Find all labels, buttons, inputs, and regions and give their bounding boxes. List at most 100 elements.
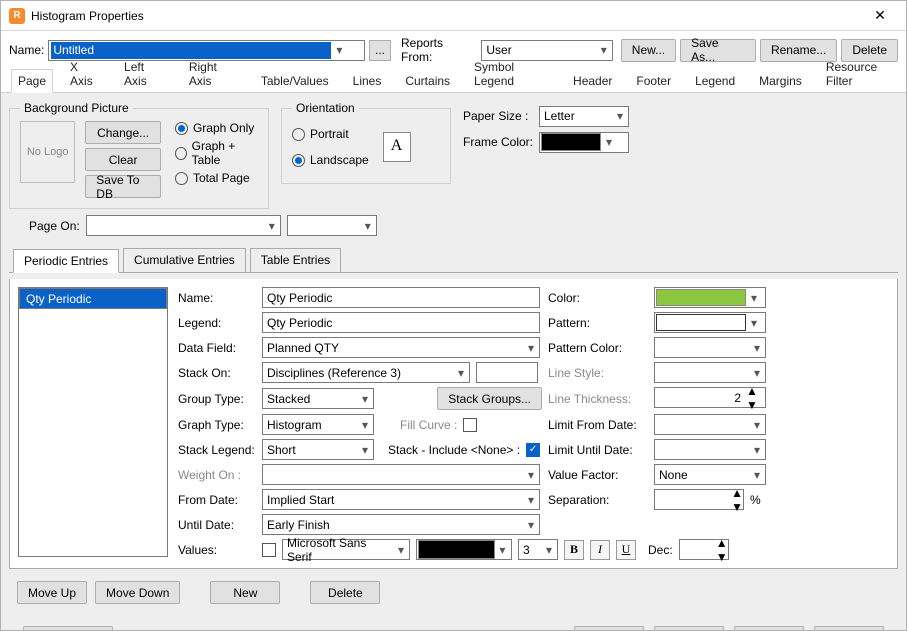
pattern-color-picker[interactable]: ▾	[654, 337, 766, 358]
pattern-color-label: Pattern Color:	[548, 341, 648, 355]
chevron-down-icon: ▾	[601, 135, 617, 149]
pattern-picker[interactable]: ▾	[654, 312, 766, 333]
page-on-combobox-2[interactable]: ▾	[287, 215, 377, 236]
move-up-button[interactable]: Move Up	[17, 581, 87, 604]
frame-color-picker[interactable]: ▾	[539, 132, 629, 153]
graphtype-combobox[interactable]: Histogram▾	[262, 414, 374, 435]
graphtype-label: Graph Type:	[178, 418, 256, 432]
tab-curtains[interactable]: Curtains	[398, 69, 457, 92]
name-label: Name:	[9, 43, 44, 57]
bgpic-change-button[interactable]: Change...	[85, 121, 161, 144]
fillcurve-checkbox[interactable]	[463, 418, 477, 432]
values-checkbox[interactable]	[262, 543, 276, 557]
untildate-label: Until Date:	[178, 518, 256, 532]
tab-footer[interactable]: Footer	[629, 69, 678, 92]
bgpic-radio-0[interactable]: Graph Only	[175, 121, 258, 135]
comments-button[interactable]: Comments...	[23, 626, 113, 630]
stackinclude-label: Stack - Include <None> :	[388, 443, 520, 457]
orientation-legend: Orientation	[292, 101, 359, 115]
window-title: Histogram Properties	[31, 9, 862, 23]
separation-spinner[interactable]: ▲▼	[654, 489, 744, 510]
grouptype-label: Group Type:	[178, 392, 256, 406]
tab-right-axis[interactable]: Right Axis	[182, 55, 244, 92]
subtab-periodic-entries[interactable]: Periodic Entries	[13, 249, 119, 273]
orientation-radio-landscape[interactable]: Landscape	[292, 153, 369, 167]
values-color-picker[interactable]: ▾	[416, 539, 512, 560]
preview-button[interactable]: Preview	[574, 626, 644, 630]
move-down-button[interactable]: Move Down	[95, 581, 180, 604]
linethickness-label: Line Thickness:	[548, 392, 648, 406]
weighton-combobox[interactable]: ▾	[262, 464, 540, 485]
tab-margins[interactable]: Margins	[752, 69, 809, 92]
stackon-extra-input[interactable]	[476, 362, 538, 383]
cancel-button[interactable]: Cancel	[814, 626, 884, 630]
entry-name-label: Name:	[178, 291, 256, 305]
entries-list[interactable]: Qty Periodic	[18, 287, 168, 557]
save-as-button[interactable]: Save As...	[680, 39, 756, 62]
page-on-combobox-1[interactable]: ▾	[86, 215, 281, 236]
apply-button[interactable]: Apply	[654, 626, 724, 630]
list-item[interactable]: Qty Periodic	[19, 288, 167, 309]
close-icon[interactable]: ✕	[862, 2, 898, 30]
tab-header[interactable]: Header	[566, 69, 619, 92]
values-size-combobox[interactable]: 3▾	[518, 539, 558, 560]
linestyle-label: Line Style:	[548, 366, 648, 380]
stacklegend-label: Stack Legend:	[178, 443, 256, 457]
linethickness-spinner[interactable]: 2▲▼	[654, 387, 766, 408]
linestyle-combobox[interactable]: ▾	[654, 362, 766, 383]
underline-button[interactable]: U	[616, 540, 636, 560]
paper-size-combobox[interactable]: Letter ▾	[539, 106, 629, 127]
italic-button[interactable]: I	[590, 540, 610, 560]
decimals-spinner[interactable]: ▲▼	[679, 539, 729, 560]
tab-legend[interactable]: Legend	[688, 69, 742, 92]
page-on-label: Page On:	[29, 219, 80, 233]
tab-x-axis[interactable]: X Axis	[63, 55, 107, 92]
stacklegend-combobox[interactable]: Short▾	[262, 439, 374, 460]
bgpic-clear-button[interactable]: Clear	[85, 148, 161, 171]
weighton-label: Weight On :	[178, 468, 256, 482]
chevron-down-icon: ▾	[596, 43, 612, 57]
subtab-table-entries[interactable]: Table Entries	[250, 248, 341, 272]
values-font-combobox[interactable]: Microsoft Sans Serif▾	[282, 539, 410, 560]
grouptype-combobox[interactable]: Stacked▾	[262, 388, 374, 409]
limitfrom-label: Limit From Date:	[548, 418, 648, 432]
limituntil-combobox[interactable]: ▾	[654, 439, 766, 460]
new-report-button[interactable]: New...	[621, 39, 676, 62]
orientation-radio-portrait[interactable]: Portrait	[292, 127, 369, 141]
datafield-combobox[interactable]: Planned QTY▾	[262, 337, 540, 358]
color-label: Color:	[548, 291, 648, 305]
chevron-down-icon: ▾	[331, 43, 347, 57]
subtab-cumulative-entries[interactable]: Cumulative Entries	[123, 248, 246, 272]
bold-button[interactable]: B	[564, 540, 584, 560]
fromdate-label: From Date:	[178, 493, 256, 507]
bgpic-savedb-button[interactable]: Save To DB	[85, 175, 161, 198]
limitfrom-combobox[interactable]: ▾	[654, 414, 766, 435]
pattern-label: Pattern:	[548, 316, 648, 330]
tab-resource-filter[interactable]: Resource Filter	[819, 55, 906, 92]
chevron-down-icon: ▾	[612, 109, 628, 123]
stack-groups-button[interactable]: Stack Groups...	[437, 387, 542, 410]
tab-symbol-legend[interactable]: Symbol Legend	[467, 55, 556, 92]
bgpic-radio-2[interactable]: Total Page	[175, 171, 258, 185]
tab-table-values[interactable]: Table/Values	[254, 69, 336, 92]
fromdate-combobox[interactable]: Implied Start▾	[262, 489, 540, 510]
frame-color-swatch	[541, 133, 601, 151]
bgpic-preview: No Logo	[20, 121, 75, 183]
bgpic-radio-1[interactable]: Graph + Table	[175, 139, 258, 167]
stackinclude-checkbox[interactable]	[526, 443, 540, 457]
stackon-combobox[interactable]: Disciplines (Reference 3)▾	[262, 362, 470, 383]
valuefactor-combobox[interactable]: None▾	[654, 464, 766, 485]
tab-left-axis[interactable]: Left Axis	[117, 55, 172, 92]
valuefactor-label: Value Factor:	[548, 468, 648, 482]
tab-lines[interactable]: Lines	[346, 69, 389, 92]
new-entry-button[interactable]: New	[210, 581, 280, 604]
entry-name-input[interactable]: Qty Periodic	[262, 287, 540, 308]
color-picker[interactable]: ▾	[654, 287, 766, 308]
delete-entry-button[interactable]: Delete	[310, 581, 380, 604]
ok-button[interactable]: OK	[734, 626, 804, 630]
datafield-label: Data Field:	[178, 341, 256, 355]
name-browse-button[interactable]: ...	[369, 40, 391, 61]
untildate-combobox[interactable]: Early Finish▾	[262, 514, 540, 535]
tab-page[interactable]: Page	[11, 69, 53, 93]
entry-legend-input[interactable]: Qty Periodic	[262, 312, 540, 333]
